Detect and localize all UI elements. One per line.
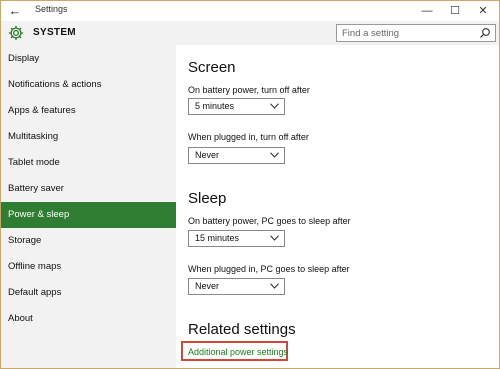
chevron-down-icon — [270, 235, 279, 241]
sleep-plugged-label: When plugged in, PC goes to sleep after — [188, 264, 350, 274]
sidebar-item-notifications[interactable]: Notifications & actions — [1, 72, 176, 98]
title-bar: ← Settings — ☐ ✕ — [1, 1, 499, 21]
sleep-plugged-value: Never — [195, 281, 220, 291]
screen-battery-label: On battery power, turn off after — [188, 85, 310, 95]
page-title: SYSTEM — [33, 27, 76, 38]
sidebar-item-tablet-mode[interactable]: Tablet mode — [1, 150, 176, 176]
maximize-button[interactable]: ☐ — [441, 1, 469, 21]
sidebar-item-default-apps[interactable]: Default apps — [1, 280, 176, 306]
screen-plugged-dropdown[interactable]: Never — [188, 147, 285, 164]
screen-battery-dropdown[interactable]: 5 minutes — [188, 98, 285, 115]
sidebar-item-battery-saver[interactable]: Battery saver — [1, 176, 176, 202]
sidebar-item-offline-maps[interactable]: Offline maps — [1, 254, 176, 280]
screen-plugged-value: Never — [195, 150, 220, 160]
sleep-battery-value: 15 minutes — [195, 233, 240, 243]
search-icon[interactable] — [479, 27, 491, 39]
chevron-down-icon — [270, 283, 279, 289]
sidebar-item-power-sleep[interactable]: Power & sleep — [1, 202, 176, 228]
sleep-battery-label: On battery power, PC goes to sleep after — [188, 216, 351, 226]
back-button[interactable]: ← — [5, 2, 25, 20]
additional-power-settings-link[interactable]: Additional power settings — [188, 347, 288, 357]
window-title: Settings — [35, 4, 68, 14]
settings-header: SYSTEM — [1, 21, 499, 45]
chevron-down-icon — [270, 103, 279, 109]
sleep-heading: Sleep — [188, 190, 227, 207]
screen-plugged-label: When plugged in, turn off after — [188, 132, 309, 142]
sidebar-item-multitasking[interactable]: Multitasking — [1, 124, 176, 150]
sidebar-item-storage[interactable]: Storage — [1, 228, 176, 254]
minimize-button[interactable]: — — [413, 1, 441, 21]
close-button[interactable]: ✕ — [469, 1, 497, 21]
screen-battery-value: 5 minutes — [195, 101, 235, 111]
sleep-battery-dropdown[interactable]: 15 minutes — [188, 230, 285, 247]
sidebar: Display Notifications & actions Apps & f… — [1, 45, 176, 368]
gear-icon — [8, 25, 24, 41]
search-box[interactable] — [336, 24, 496, 42]
chevron-down-icon — [270, 152, 279, 158]
screen-heading: Screen — [188, 59, 236, 76]
sidebar-item-about[interactable]: About — [1, 306, 176, 332]
search-input[interactable] — [342, 27, 472, 40]
sleep-plugged-dropdown[interactable]: Never — [188, 278, 285, 295]
main-panel: Screen On battery power, turn off after … — [176, 45, 499, 368]
sidebar-item-apps-features[interactable]: Apps & features — [1, 98, 176, 124]
sidebar-item-display[interactable]: Display — [1, 46, 176, 72]
related-settings-heading: Related settings — [188, 321, 296, 338]
